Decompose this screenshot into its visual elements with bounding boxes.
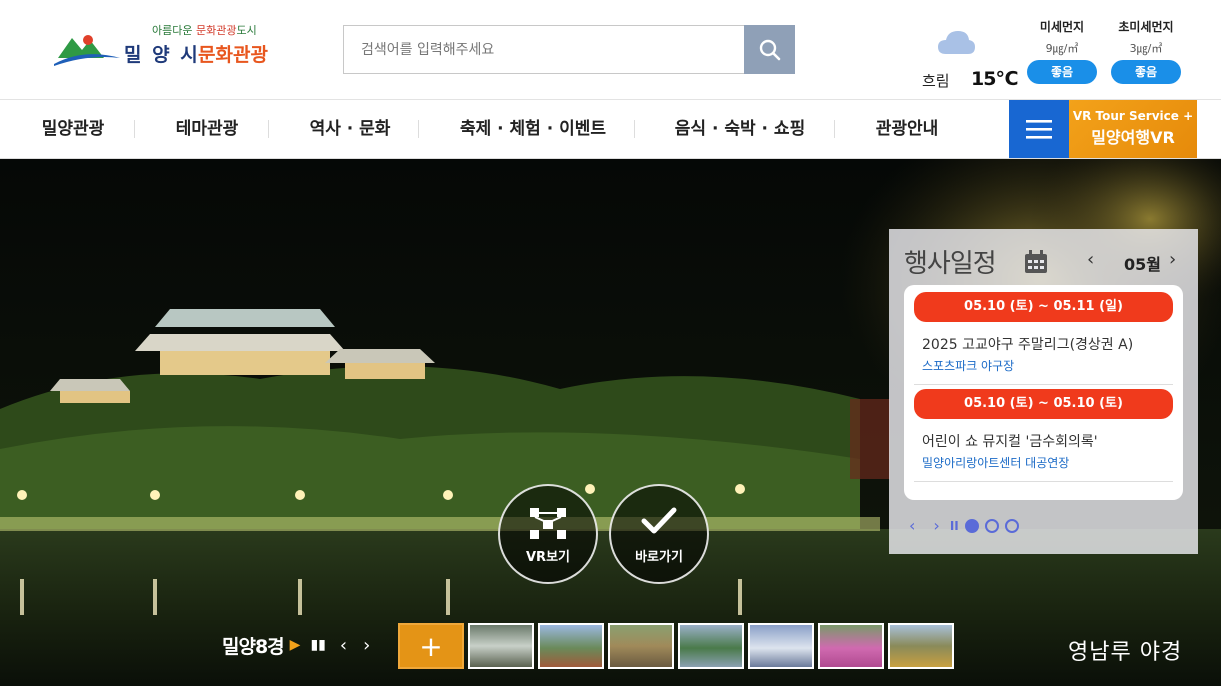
site-header: 아름다운 문화관광도시 밀 양 시 문화관광 흐림 15℃ 미세먼지 9㎍/㎥ … [0,0,1221,100]
vr-tour-banner[interactable]: VR Tour Service + 밀양여행VR [1069,100,1197,158]
event-date: 05.10 (토) ~ 05.10 (토) [914,389,1173,419]
logo-mountain-icon [54,35,120,66]
fine-dust-value: 9㎍/㎥ [1045,42,1079,55]
fine-dust-status-badge: 좋음 [1027,60,1097,84]
ultrafine-dust-label: 초미세먼지 [1118,20,1174,34]
weather-widget: 흐림 15℃ [918,24,1018,94]
weather-condition: 흐림 [922,72,950,90]
eight-scenes-controls: 밀양8경 ▶ ▮▮ ‹ › [222,620,370,670]
shortcut-button[interactable]: 바로가기 [609,484,709,584]
site-logo[interactable]: 아름다운 문화관광도시 밀 양 시 문화관광 [52,22,282,72]
search-box [343,25,795,74]
chevron-right-icon[interactable]: › [933,516,939,535]
eight-scenes-label: 밀양8경 [222,635,285,658]
ultrafine-dust-status-badge: 좋음 [1111,60,1181,84]
chevron-left-icon[interactable]: ‹ [340,635,347,656]
slider-dot-3[interactable] [1004,518,1019,533]
vr-view-button[interactable]: VR보기 [498,484,598,584]
scene-thumbnail[interactable] [888,623,954,669]
vr-tour-line2: 밀양여행VR [1091,128,1175,147]
nav-divider [418,120,419,138]
event-divider [914,481,1173,482]
fine-dust-widget: 미세먼지 9㎍/㎥ 좋음 [1027,18,1097,84]
event-item[interactable]: 05.10 (토) ~ 05.11 (일) 2025 고교야구 주말리그(경상권… [914,292,1173,385]
all-menu-button[interactable] [1009,100,1069,158]
pause-icon[interactable]: ▮▮ [310,637,325,653]
nav-item-history-culture[interactable]: 역사 · 문화 [288,100,412,158]
vr-network-icon [530,508,566,539]
hamburger-icon [1026,120,1052,139]
event-schedule-panel: 행사일정 ‹ 05월 › 05.10 (토) ~ 05.11 (일) 2025 … [889,229,1198,554]
logo-slogan: 아름다운 문화관광도시 [152,24,257,37]
search-button[interactable] [744,25,795,74]
nav-item-tour-info[interactable]: 관광안내 [852,100,962,158]
more-scenes-button[interactable]: + [398,623,464,669]
scene-thumbnail[interactable] [818,623,884,669]
hero-caption: 영남루 야경 [1068,640,1183,665]
fine-dust-label: 미세먼지 [1039,20,1085,34]
vr-view-label: VR보기 [526,550,570,565]
nav-divider [834,120,835,138]
weather-temperature: 15℃ [971,68,1018,90]
prev-month-button[interactable]: ‹ [1087,249,1094,270]
event-list-card: 05.10 (토) ~ 05.11 (일) 2025 고교야구 주말리그(경상권… [904,285,1183,500]
scene-thumbnail[interactable] [678,623,744,669]
scene-thumbnail[interactable] [468,623,534,669]
nav-divider [634,120,635,138]
event-item[interactable]: 05.10 (토) ~ 05.10 (토) 어린이 쇼 뮤지컬 '금수회의록' … [914,389,1173,482]
eight-scenes-thumbnails: + [398,623,954,669]
calendar-icon[interactable] [1024,250,1048,274]
nav-item-theme-tour[interactable]: 테마관광 [152,100,262,158]
chevron-left-icon[interactable]: ‹ [909,516,915,535]
scene-thumbnail[interactable] [538,623,604,669]
event-place: 밀양아리랑아트센터 대공연장 [922,456,1070,470]
main-nav: 밀양관광 테마관광 역사 · 문화 축제 · 체험 · 이벤트 음식 · 숙박 … [0,100,1221,159]
ultrafine-dust-value: 3㎍/㎥ [1129,42,1163,55]
event-name: 어린이 쇼 뮤지컬 '금수회의록' [922,434,1098,450]
chevron-right-icon[interactable]: › [363,635,370,656]
nav-divider [268,120,269,138]
cloud-icon [938,31,975,54]
nav-item-food-stay-shopping[interactable]: 음식 · 숙박 · 쇼핑 [654,100,826,158]
event-slider-controls: ‹ › II [909,516,1019,535]
slider-dot-2[interactable] [984,518,999,533]
event-place: 스포츠파크 야구장 [922,359,1015,373]
nav-item-festival-event[interactable]: 축제 · 체험 · 이벤트 [440,100,626,158]
event-divider [914,384,1173,385]
hero-visual: VR보기 바로가기 행사일정 ‹ 05월 › 05.10 (토) ~ 05.11… [0,159,1221,686]
nav-divider [134,120,135,138]
scene-thumbnail[interactable] [748,623,814,669]
search-icon [759,39,780,60]
ultrafine-dust-widget: 초미세먼지 3㎍/㎥ 좋음 [1111,18,1181,84]
slider-dot-1[interactable] [964,518,979,533]
vr-tour-line1: VR Tour Service + [1072,109,1194,123]
event-date: 05.10 (토) ~ 05.11 (일) [914,292,1173,322]
event-schedule-title: 행사일정 [904,249,997,279]
search-input[interactable] [344,26,744,73]
pause-icon[interactable]: II [950,519,959,533]
event-name: 2025 고교야구 주말리그(경상권 A) [922,337,1134,353]
event-month: 05월 [1124,255,1161,274]
nav-item-miryang-tour[interactable]: 밀양관광 [22,100,124,158]
logo-city-name: 밀 양 시 [124,44,200,66]
check-icon [641,507,677,534]
next-month-button[interactable]: › [1169,249,1176,270]
shortcut-label: 바로가기 [635,550,683,565]
logo-culture-name: 문화관광 [198,44,268,66]
play-icon[interactable]: ▶ [290,637,301,653]
scene-thumbnail[interactable] [608,623,674,669]
